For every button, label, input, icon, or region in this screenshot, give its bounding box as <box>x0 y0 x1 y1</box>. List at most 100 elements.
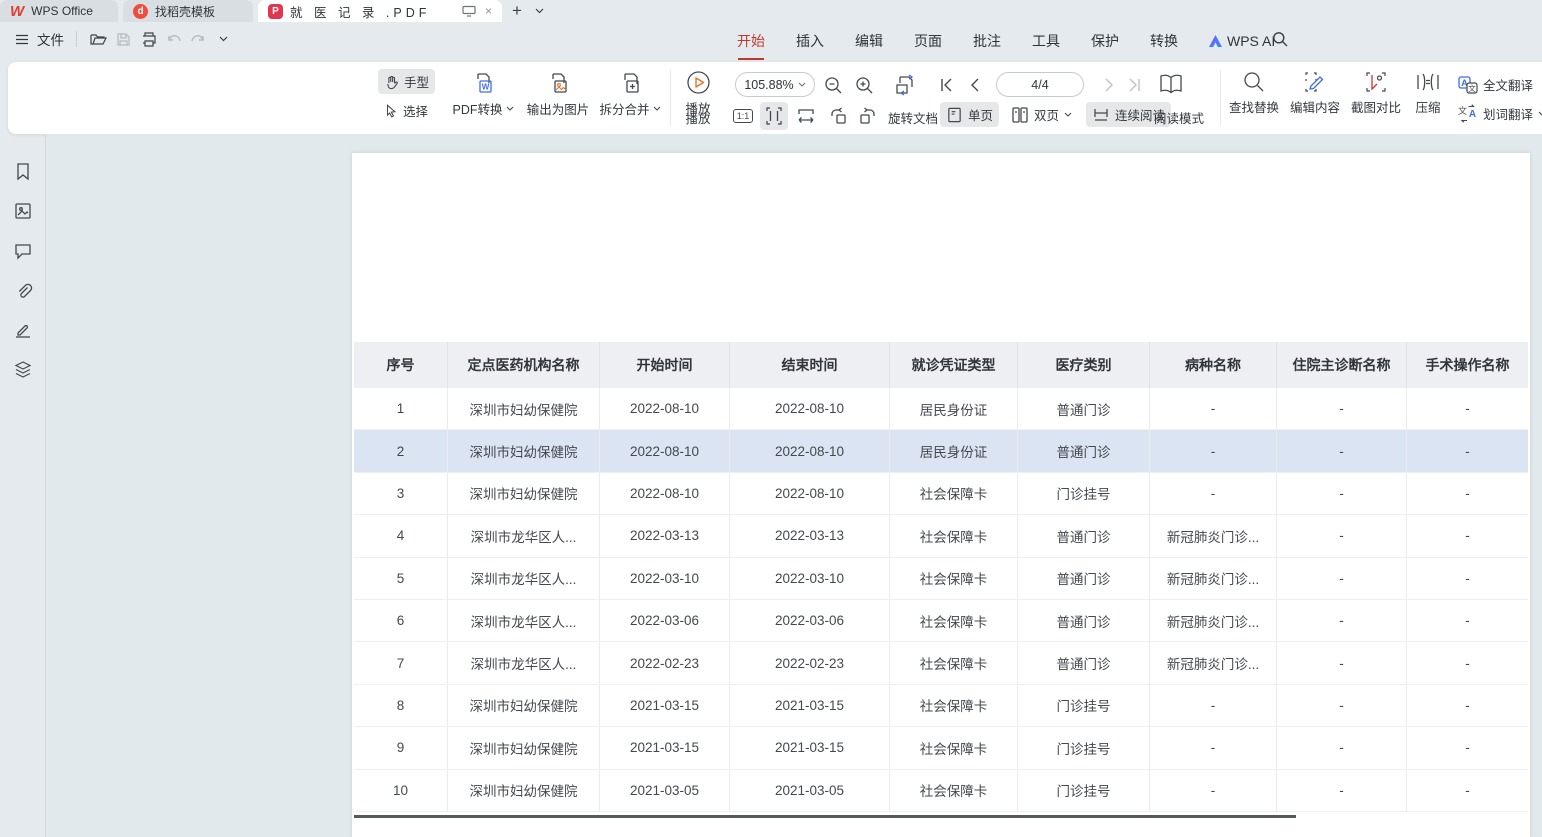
undo-icon[interactable] <box>164 30 183 49</box>
pdf-convert-button[interactable]: W PDF转换 <box>445 70 521 118</box>
word-translate-button[interactable]: 文A 划词翻译 <box>1452 101 1542 126</box>
zoom-level-select[interactable]: 105.88% <box>735 72 815 97</box>
table-cell: - <box>1277 515 1407 557</box>
screen-share-icon[interactable] <box>462 5 476 17</box>
table-cell: 门诊挂号 <box>1018 685 1150 727</box>
tab-list-chevron-icon[interactable] <box>530 0 548 22</box>
hamburger-icon[interactable] <box>12 30 31 49</box>
table-cell: 2022-03-06 <box>730 600 890 642</box>
fit-page-button[interactable] <box>760 102 788 130</box>
table-row: 2深圳市妇幼保健院2022-08-102022-08-10居民身份证普通门诊--… <box>354 430 1528 472</box>
tab-document[interactable]: P 就 医 记 录 .PDF × <box>258 0 502 22</box>
quickbar-chevron-icon[interactable] <box>214 30 233 49</box>
table-cell: 新冠肺炎门诊... <box>1150 515 1277 557</box>
export-image-button[interactable]: 输出为图片 <box>517 70 599 118</box>
new-tab-icon[interactable]: + <box>506 0 528 22</box>
rotate-left-button[interactable] <box>824 102 852 130</box>
signature-icon[interactable] <box>13 320 33 340</box>
edit-content-icon <box>1303 70 1327 94</box>
select-tool-button[interactable]: 选择 <box>378 98 434 123</box>
column-header: 手术操作名称 <box>1407 342 1528 388</box>
table-cell: - <box>1150 685 1277 727</box>
menu-search-icon[interactable] <box>1272 31 1288 47</box>
read-mode-button[interactable] <box>1156 70 1186 98</box>
compress-button[interactable]: 压缩 <box>1404 70 1452 116</box>
table-cell: - <box>1277 600 1407 642</box>
table-cell: 普通门诊 <box>1018 430 1150 472</box>
attachment-icon[interactable] <box>13 281 33 301</box>
column-header: 结束时间 <box>730 342 890 388</box>
tab-insert[interactable]: 插入 <box>795 29 825 53</box>
table-cell: - <box>1277 558 1407 600</box>
fit-width-button[interactable] <box>792 102 820 130</box>
table-cell: 深圳市龙华区人... <box>448 515 600 557</box>
file-menu[interactable]: 文件 <box>37 29 64 49</box>
tab-wps-home[interactable]: W WPS Office <box>0 0 118 22</box>
zoom-in-icon <box>855 76 874 95</box>
thumbnail-icon[interactable] <box>13 201 33 221</box>
print-icon[interactable] <box>139 30 158 49</box>
open-folder-icon[interactable] <box>89 30 108 49</box>
tab-page[interactable]: 页面 <box>913 29 943 53</box>
tab-protect[interactable]: 保护 <box>1090 29 1120 53</box>
double-page-button[interactable]: 双页 <box>1005 102 1078 127</box>
play-icon <box>686 70 711 95</box>
table-cell: 居民身份证 <box>890 430 1018 472</box>
table-cell: 深圳市龙华区人... <box>448 642 600 684</box>
redo-icon[interactable] <box>189 30 208 49</box>
next-page-button[interactable] <box>1098 74 1120 96</box>
wps-ai-logo-icon <box>1209 35 1222 47</box>
table-cell: 深圳市妇幼保健院 <box>448 727 600 769</box>
table-body: 1深圳市妇幼保健院2022-08-102022-08-10居民身份证普通门诊--… <box>354 388 1528 812</box>
table-row: 6深圳市龙华区人...2022-03-062022-03-06社会保障卡普通门诊… <box>354 600 1528 642</box>
ratio-1-1-icon: 1:1 <box>733 109 754 123</box>
rotate-right-button[interactable] <box>854 102 882 130</box>
divider <box>1220 70 1221 126</box>
page-number-input[interactable]: 4/4 <box>996 72 1084 97</box>
screenshot-compare-button[interactable]: 截图对比 <box>1346 70 1406 116</box>
hand-tool-button[interactable]: 手型 <box>378 69 435 94</box>
close-tab-icon[interactable]: × <box>485 4 492 18</box>
tab-docer-templates[interactable]: d 找稻壳模板 <box>123 0 253 22</box>
table-cell: - <box>1407 727 1528 769</box>
table-cell: - <box>1277 430 1407 472</box>
table-row: 1深圳市妇幼保健院2022-08-102022-08-10居民身份证普通门诊--… <box>354 388 1528 430</box>
tab-tools[interactable]: 工具 <box>1031 29 1061 53</box>
table-cell: 2022-08-10 <box>730 430 890 472</box>
actual-size-button[interactable]: 1:1 <box>730 104 756 128</box>
first-page-button[interactable] <box>936 74 958 96</box>
edit-content-button[interactable]: 编辑内容 <box>1285 70 1345 116</box>
table-cell: 2022-08-10 <box>730 473 890 515</box>
tab-convert[interactable]: 转换 <box>1149 29 1179 53</box>
table-cell: - <box>1407 558 1528 600</box>
chevron-down-icon <box>506 106 514 111</box>
last-page-button[interactable] <box>1123 74 1145 96</box>
full-translate-button[interactable]: A文 全文翻译 <box>1452 72 1539 97</box>
table-cell: 深圳市龙华区人... <box>448 558 600 600</box>
bookmark-icon[interactable] <box>13 162 33 182</box>
menu-bar: 文件 开始 插入 编辑 页面 <box>0 22 1542 60</box>
zoom-out-button[interactable] <box>820 72 846 98</box>
comment-icon[interactable] <box>13 241 33 261</box>
table-cell: 2022-03-10 <box>600 558 730 600</box>
single-page-button[interactable]: 单页 <box>940 102 999 127</box>
layers-icon[interactable] <box>13 360 33 380</box>
save-icon[interactable] <box>114 30 133 49</box>
table-row: 7深圳市龙华区人...2022-02-232022-02-23社会保障卡普通门诊… <box>354 642 1528 684</box>
page-refresh-button[interactable] <box>890 70 920 100</box>
divider <box>76 31 77 47</box>
table-cell: 6 <box>354 600 448 642</box>
table-row: 9深圳市妇幼保健院2021-03-152021-03-15社会保障卡门诊挂号--… <box>354 727 1528 769</box>
tab-edit[interactable]: 编辑 <box>854 29 884 53</box>
zoom-in-button[interactable] <box>851 72 877 98</box>
find-replace-button[interactable]: 查找替换 <box>1224 70 1284 116</box>
document-area[interactable]: 序号定点医药机构名称开始时间结束时间就诊凭证类型医疗类别病种名称住院主诊断名称手… <box>47 134 1542 837</box>
prev-page-button[interactable] <box>964 74 986 96</box>
split-merge-button[interactable]: 拆分合并 <box>591 70 669 118</box>
tab-comment[interactable]: 批注 <box>972 29 1002 53</box>
table-cell: 2 <box>354 430 448 472</box>
fit-width-icon <box>796 106 816 126</box>
ribbon-toolbar: 手型 选择 W PDF转换 输出为图片 拆分合并 播放 105.88% <box>8 62 1542 134</box>
tab-wps-ai[interactable]: WPS AI <box>1208 31 1276 51</box>
tab-home[interactable]: 开始 <box>736 29 766 53</box>
